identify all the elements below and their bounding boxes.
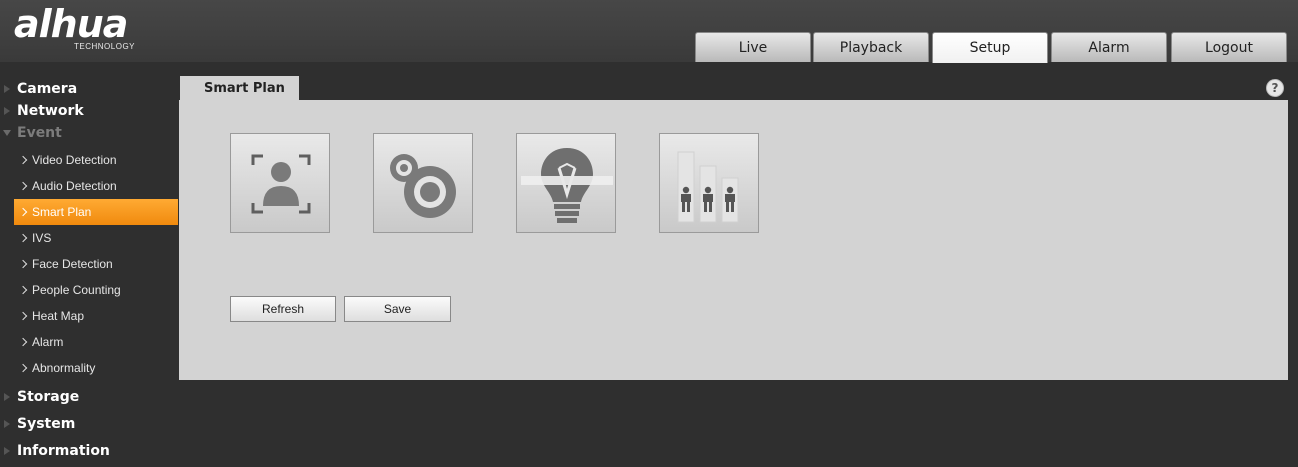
sidebar-item-alarm[interactable]: Alarm — [14, 329, 178, 355]
sidebar-item-label: Face Detection — [32, 257, 113, 271]
sidebar-group-storage[interactable]: Storage — [0, 386, 178, 408]
sidebar-group-network[interactable]: Network — [0, 100, 178, 122]
sidebar-menu: Camera Network Event Video Detection Aud… — [0, 78, 178, 462]
sidebar-item-face-detection[interactable]: Face Detection — [14, 251, 178, 277]
save-button[interactable]: Save — [344, 296, 451, 322]
refresh-button[interactable]: Refresh — [230, 296, 336, 322]
sidebar-group-information[interactable]: Information — [0, 440, 178, 462]
sidebar-group-event[interactable]: Event — [0, 122, 178, 144]
logo-tagline: TECHNOLOGY — [74, 42, 136, 51]
sidebar-item-smart-plan[interactable]: Smart Plan — [14, 199, 178, 225]
collapsed-arrow-icon — [4, 393, 10, 401]
tab-playback[interactable]: Playback — [813, 32, 929, 62]
dahua-logo: alhua TECHNOLOGY — [14, 2, 135, 51]
sidebar-item-label: Audio Detection — [32, 179, 117, 193]
chevron-right-icon — [18, 259, 28, 269]
collapsed-arrow-icon — [4, 420, 10, 428]
sidebar-group-label: Event — [17, 125, 62, 141]
tab-alarm[interactable]: Alarm — [1051, 32, 1167, 62]
sidebar-group-system[interactable]: System — [0, 413, 178, 435]
chevron-right-icon — [18, 363, 28, 373]
sidebar-item-label: Smart Plan — [32, 205, 92, 219]
people-counting-icon — [677, 151, 739, 223]
help-icon[interactable]: ? — [1266, 79, 1284, 97]
expanded-arrow-icon — [3, 130, 11, 136]
sidebar-item-ivs[interactable]: IVS — [14, 225, 178, 251]
sidebar-item-label: Alarm — [32, 335, 64, 349]
sidebar-item-people-counting[interactable]: People Counting — [14, 277, 178, 303]
collapsed-arrow-icon — [4, 85, 10, 93]
plan-ivs[interactable] — [516, 133, 616, 233]
sidebar-item-abnormality[interactable]: Abnormality — [14, 355, 178, 381]
sidebar-group-label: Network — [17, 103, 84, 119]
sidebar-group-camera[interactable]: Camera — [0, 78, 178, 100]
top-header: alhua TECHNOLOGY Live Playback Setup Ala… — [0, 0, 1298, 63]
plan-heat-map[interactable] — [373, 133, 473, 233]
sidebar-item-label: Video Detection — [32, 153, 117, 167]
sidebar-item-video-detection[interactable]: Video Detection — [14, 147, 178, 173]
page-tab-smart-plan[interactable]: Smart Plan — [180, 76, 299, 101]
face-detection-icon — [251, 154, 311, 214]
sidebar-group-label: Information — [17, 443, 110, 459]
sidebar-item-audio-detection[interactable]: Audio Detection — [14, 173, 178, 199]
sidebar-item-label: People Counting — [32, 283, 121, 297]
chevron-right-icon — [18, 311, 28, 321]
chevron-right-icon — [18, 207, 28, 217]
sidebar-group-label: System — [17, 416, 76, 432]
chevron-right-icon — [18, 285, 28, 295]
plan-people-counting[interactable] — [659, 133, 759, 233]
ivs-icon — [521, 148, 613, 223]
sidebar-item-heat-map[interactable]: Heat Map — [14, 303, 178, 329]
tab-live[interactable]: Live — [695, 32, 811, 62]
plan-face-detection[interactable] — [230, 133, 330, 233]
sidebar-item-label: Heat Map — [32, 309, 85, 323]
chevron-right-icon — [18, 155, 28, 165]
chevron-right-icon — [18, 337, 28, 347]
tab-setup[interactable]: Setup — [932, 32, 1048, 63]
smart-plan-panel: Refresh Save — [179, 100, 1288, 380]
sidebar-group-label: Camera — [17, 81, 78, 97]
tab-logout[interactable]: Logout — [1171, 32, 1287, 62]
chevron-right-icon — [18, 233, 28, 243]
sidebar-group-label: Storage — [17, 389, 80, 405]
sidebar-item-label: Abnormality — [32, 361, 96, 375]
chevron-right-icon — [18, 181, 28, 191]
collapsed-arrow-icon — [4, 447, 10, 455]
sidebar-item-label: IVS — [32, 231, 52, 245]
collapsed-arrow-icon — [4, 107, 10, 115]
heat-map-icon — [390, 154, 456, 218]
logo-brand: alhua — [14, 2, 128, 46]
